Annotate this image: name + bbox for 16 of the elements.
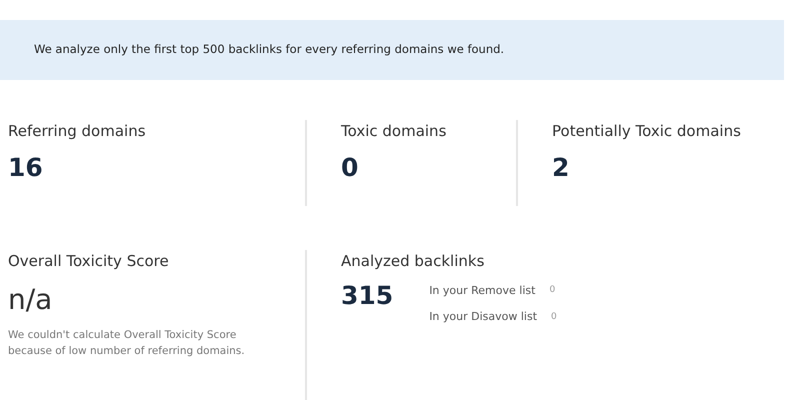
backlinks-value: 315 <box>341 280 394 310</box>
score-value: n/a <box>8 282 52 316</box>
stat-label: Toxic domains <box>341 122 446 140</box>
list-label: In your Disavow list <box>429 309 538 325</box>
backlinks-label: Analyzed backlinks <box>341 252 484 270</box>
stat-value: 0 <box>341 152 358 182</box>
stat-label: Potentially Toxic domains <box>552 122 741 140</box>
list-count: 0 <box>549 284 556 297</box>
score-note: We couldn't calculate Overall Toxicity Score because of low number of referring domains. <box>8 328 246 359</box>
notice-text: We analyze only the first top 500 backlinks for every referring domains we found. <box>34 41 504 58</box>
stat-value: 16 <box>8 152 43 182</box>
score-label: Overall Toxicity Score <box>8 252 169 270</box>
stat-label: Referring domains <box>8 122 146 140</box>
list-label: In your Remove list <box>429 282 536 298</box>
stat-value: 2 <box>552 152 570 182</box>
list-count: 0 <box>551 310 557 324</box>
